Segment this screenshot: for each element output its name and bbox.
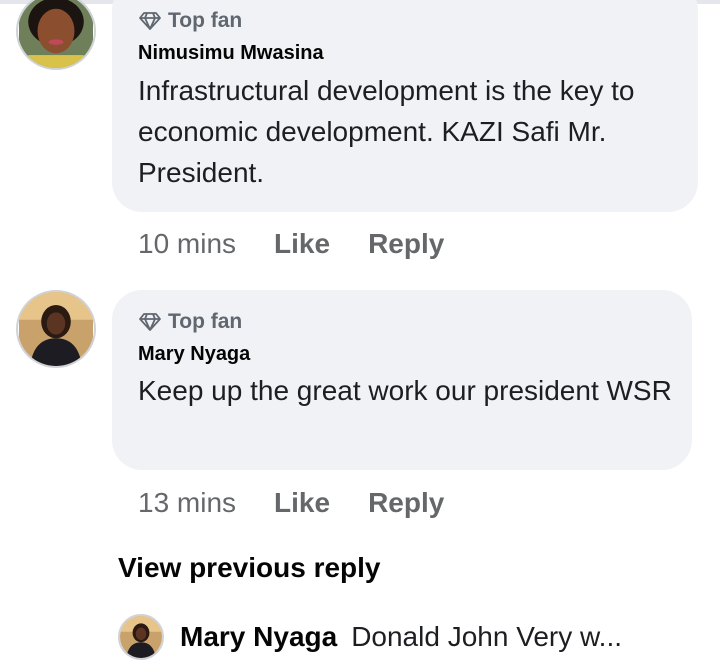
comment-time: 10 mins	[138, 228, 237, 259]
comment-actions: 10 mins Like Reply	[138, 228, 482, 260]
diamond-icon	[139, 12, 161, 30]
comment-author[interactable]: Mary Nyaga	[138, 343, 250, 366]
avatar[interactable]	[118, 614, 164, 660]
reply-button[interactable]: Reply	[368, 228, 444, 260]
avatar-photo	[19, 0, 93, 68]
comment-actions: 13 mins Like Reply	[138, 487, 482, 519]
diamond-icon	[139, 313, 161, 331]
avatar[interactable]	[16, 0, 96, 70]
reply-preview[interactable]: Mary Nyaga Donald John Very w...	[118, 612, 622, 661]
badge-label: Top fan	[168, 310, 243, 333]
avatar-photo	[19, 292, 93, 366]
top-fan-badge: Top fan	[138, 310, 242, 334]
avatar-photo	[120, 616, 162, 658]
badge-label: Top fan	[168, 9, 243, 32]
like-button[interactable]: Like	[274, 487, 330, 519]
view-previous-reply-link[interactable]: View previous reply	[118, 552, 381, 584]
comment-author[interactable]: Nimusimu Mwasina	[138, 42, 324, 65]
comment-text: Infrastructural development is the key t…	[138, 75, 635, 188]
comment-time: 13 mins	[138, 487, 237, 518]
like-button[interactable]: Like	[274, 228, 330, 260]
reply-button[interactable]: Reply	[368, 487, 444, 519]
avatar[interactable]	[16, 290, 96, 368]
comment-text: Keep up the great work our president WSR	[138, 375, 672, 406]
reply-author[interactable]: Mary Nyaga	[180, 621, 337, 653]
reply-text: Donald John Very w...	[351, 621, 623, 652]
top-fan-badge: Top fan	[138, 9, 242, 33]
